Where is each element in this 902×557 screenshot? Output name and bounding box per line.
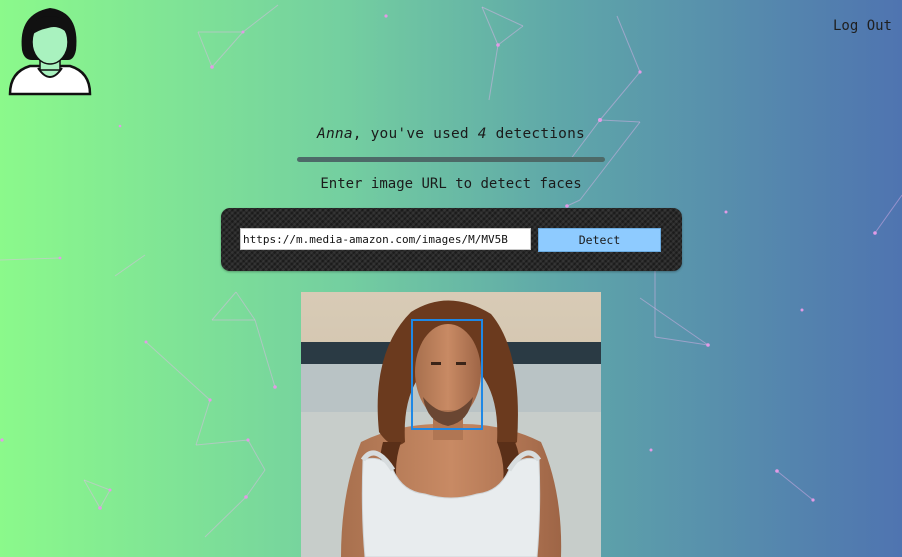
detection-count: 4 [477, 126, 487, 142]
image-url-input[interactable] [240, 228, 531, 250]
instruction-text: Enter image URL to detect faces [320, 176, 582, 192]
face-bounding-box [411, 319, 483, 430]
logout-link[interactable]: Log Out [833, 18, 892, 34]
detection-status: Anna, you've used 4 detections [0, 126, 902, 142]
divider-bar [297, 157, 605, 162]
url-form: Detect [221, 208, 682, 271]
status-text-middle: , you've used [352, 126, 478, 142]
user-avatar-icon[interactable] [8, 4, 92, 96]
status-text-end: detections [486, 126, 585, 142]
detected-image [301, 292, 601, 557]
detect-button[interactable]: Detect [538, 228, 661, 252]
user-name: Anna [317, 126, 353, 142]
